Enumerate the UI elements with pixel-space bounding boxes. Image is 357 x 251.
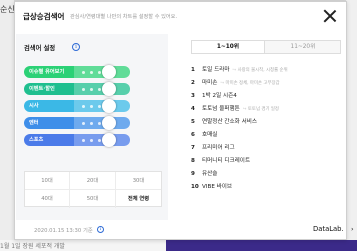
slider-step-dot [98,87,101,91]
rank-number: 3 [191,93,195,99]
rank-keyword[interactable]: 프리미어 리그 [202,143,235,151]
age-all-option[interactable]: 전체 연령 [116,190,161,208]
rank-keyword[interactable]: 티머니티 디크레이트 [202,156,250,164]
rank-keyword[interactable]: 유산슬 [202,169,217,177]
rank-number: 4 [191,106,195,112]
rank-keyword[interactable]: 1박 2일 시즌4 [202,91,237,99]
rank-number: 10 [191,184,199,190]
rank-related-keywords[interactable]: 사랑의 불시착, 시청률 순위 [233,67,288,73]
slider-step-dot [90,104,93,108]
slider-step-dot [82,70,85,74]
info-icon[interactable]: i [72,43,80,51]
rank-keyword[interactable]: 토일 드라마 [202,65,230,73]
rank-item[interactable]: 5 연말정산 간소화 서비스 [191,117,257,128]
rank-keyword[interactable]: VIBE 바이브 [202,182,232,190]
trending-keywords-modal: 급상승검색어 관심사/연령대별 나만의 차트를 설정할 수 있어요. 검색어 설… [14,1,354,240]
rank-item[interactable]: 2 마미손마미손 정체, 마미손 고무장갑 [191,78,280,89]
age-30s-option[interactable]: 30대 [116,172,161,190]
age-50s-option[interactable]: 50대 [70,190,116,208]
slider-step-dot [82,138,85,142]
rank-number: 5 [191,119,195,125]
slider-step-dot [90,70,93,74]
rank-keyword[interactable]: 호매실 [202,130,217,138]
rank-item[interactable]: 9 유산슬 [191,169,217,180]
rank-number: 2 [191,80,195,86]
tab-rank-11-20[interactable]: 11~20위 [266,41,340,53]
modal-subtitle: 관심사/연령대별 나만의 차트를 설정할 수 있어요. [70,14,178,20]
rank-related-keywords[interactable]: 토토넘 경기 일정 [243,106,279,112]
rank-item[interactable]: 4 토토넘 울퍼햄튼토토넘 경기 일정 [191,104,279,115]
chevron-right-icon[interactable]: › [351,225,354,233]
slider-label: 스포츠 [29,137,44,143]
background-banner [166,240,357,251]
slider-step-dot [82,121,85,125]
modal-title: 급상승검색어 [23,12,65,21]
slider-label: 엔터 [29,120,39,126]
slider-step-dot [98,70,101,74]
slider-step-dot [82,87,85,91]
category-slider[interactable]: 이슈별 유어보기 [24,65,130,79]
rank-item[interactable]: 10 VIBE 바이브 [191,182,232,193]
rank-item[interactable]: 8 티머니티 디크레이트 [191,156,250,167]
rank-keyword[interactable]: 마미손 [202,78,217,86]
slider-label: 이벤트·할인 [29,86,55,92]
rank-related-keywords[interactable]: 마미손 정체, 마미손 고무장갑 [220,80,280,86]
category-slider[interactable]: 시사 [24,99,130,113]
rank-number: 9 [191,171,195,177]
rank-keyword[interactable]: 토토넘 울퍼햄튼 [202,104,240,112]
category-slider[interactable]: 엔터 [24,116,130,130]
slider-step-dot [98,121,101,125]
timestamp-info-icon[interactable]: i [97,226,104,233]
search-settings-panel: 검색어 설정 i 이슈별 유어보기이벤트·할인시사엔터스포츠 10대 20대 3… [16,34,168,220]
update-timestamp: 2020.01.15 13:30 기준 [34,228,93,234]
slider-step-dot [90,121,93,125]
slider-step-dot [82,104,85,108]
rank-item[interactable]: 1 토일 드라마사랑의 불시착, 시청률 순위 [191,65,288,76]
background-left-text: 순신 [0,5,15,14]
datalab-link[interactable]: DataLab. [313,225,344,233]
background-bottom-text: 1월 1일 장원 세포적 개발 [0,243,65,250]
settings-label: 검색어 설정 [24,45,56,52]
background-right-strip [346,0,357,240]
slider-step-dot [98,104,101,108]
tab-rank-1-10[interactable]: 1~10위 [192,41,265,53]
age-10s-option[interactable]: 10대 [25,172,70,190]
rank-number: 1 [191,67,195,73]
background-left-strip [0,0,14,251]
slider-label: 이슈별 유어보기 [29,69,65,75]
rank-tabs: 1~10위 11~20위 [191,40,341,54]
category-slider[interactable]: 스포츠 [24,133,130,147]
rank-number: 8 [191,158,195,164]
close-button[interactable] [321,7,339,25]
rank-number: 6 [191,132,195,138]
rank-keyword[interactable]: 연말정산 간소화 서비스 [202,117,257,125]
age-20s-option[interactable]: 20대 [70,172,116,190]
rank-item[interactable]: 7 프리미어 리그 [191,143,235,154]
age-40s-option[interactable]: 40대 [25,190,70,208]
slider-step-dot [90,87,93,91]
rank-number: 7 [191,145,195,151]
slider-step-dot [90,138,93,142]
slider-label: 시사 [29,103,39,109]
rank-item[interactable]: 6 호매실 [191,130,217,141]
category-slider[interactable]: 이벤트·할인 [24,82,130,96]
slider-step-dot [98,138,101,142]
rank-item[interactable]: 3 1박 2일 시즌4 [191,91,237,102]
age-filter-grid: 10대 20대 30대 40대 50대 전체 연령 [24,171,162,208]
